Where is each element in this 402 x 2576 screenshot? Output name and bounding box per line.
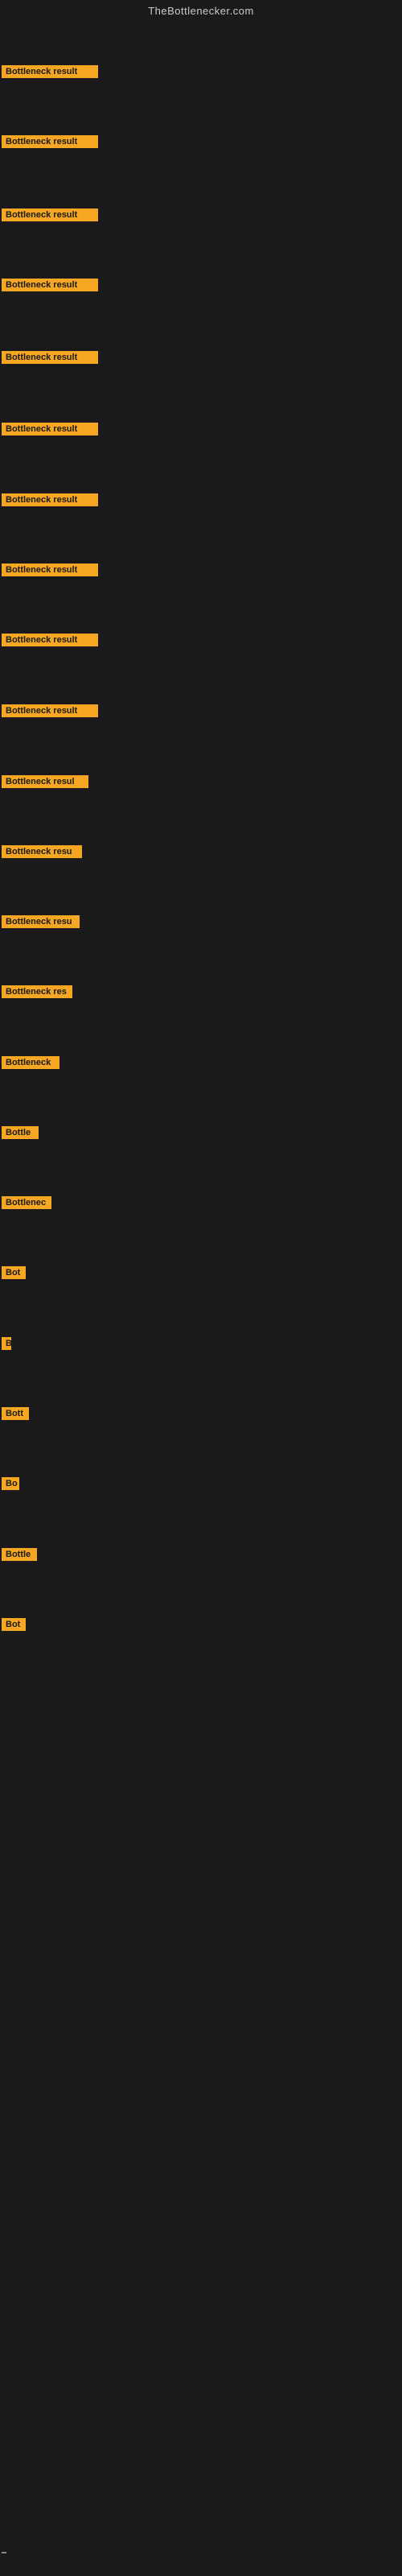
bottleneck-bar-row: Bot	[2, 1618, 26, 1631]
bottleneck-bar: Bottleneck resu	[2, 845, 82, 858]
bottleneck-bar: Bott	[2, 1407, 29, 1420]
bottleneck-bar: Bottle	[2, 1126, 39, 1139]
bottleneck-bar-row: Bottleneck result	[2, 493, 98, 506]
bottleneck-bar-row: Bot	[2, 1266, 26, 1279]
bottleneck-bar-row: Bottleneck result	[2, 564, 98, 576]
bottleneck-bar: Bottleneck result	[2, 493, 98, 506]
bottleneck-bar-row: Bottleneck result	[2, 704, 98, 717]
bottleneck-bar: Bottle	[2, 1548, 37, 1561]
bottleneck-bar: Bottleneck result	[2, 65, 98, 78]
bottleneck-bar: Bottleneck result	[2, 351, 98, 364]
bottleneck-bar: Bo	[2, 1477, 19, 1490]
bottleneck-bar-row: Bottleneck result	[2, 634, 98, 646]
bottleneck-bar: Bottleneck result	[2, 634, 98, 646]
bottleneck-bar: Bottleneck resul	[2, 775, 88, 788]
bottleneck-bar-row: Bottleneck resu	[2, 915, 80, 928]
bottleneck-bar: Bottleneck result	[2, 564, 98, 576]
bottleneck-bar-row: Bottleneck result	[2, 423, 98, 436]
bottleneck-bar: Bottlenec	[2, 1196, 51, 1209]
bottleneck-bar-row: Bottleneck res	[2, 985, 72, 998]
bottleneck-bar-row: Bottleneck	[2, 1056, 59, 1069]
bottleneck-bar: Bot	[2, 1266, 26, 1279]
bottleneck-bar: Bottleneck result	[2, 423, 98, 436]
bottleneck-bar-row: Bottleneck result	[2, 208, 98, 221]
bottleneck-bar-row: Bo	[2, 1477, 19, 1490]
bottleneck-bar-row: Bottleneck resul	[2, 775, 88, 788]
bottleneck-bar: Bottleneck result	[2, 135, 98, 148]
bottleneck-bar: Bottleneck res	[2, 985, 72, 998]
bottleneck-bar-row: Bottle	[2, 1126, 39, 1139]
bottleneck-bar-row: Bottle	[2, 1548, 37, 1561]
bottleneck-bar: Bottleneck	[2, 1056, 59, 1069]
bottleneck-bar-row: Bottleneck resu	[2, 845, 82, 858]
bottleneck-bar-row: Bottleneck result	[2, 279, 98, 291]
bottleneck-bar: Bot	[2, 1618, 26, 1631]
bottleneck-bar: B	[2, 1337, 11, 1350]
bottleneck-bar: Bottleneck result	[2, 704, 98, 717]
bottom-tick	[2, 2552, 6, 2553]
bottleneck-bar-row: Bottleneck result	[2, 65, 98, 78]
bottleneck-bar: Bottleneck result	[2, 208, 98, 221]
bottleneck-bar: Bottleneck result	[2, 279, 98, 291]
bottleneck-bar-row: Bottlenec	[2, 1196, 51, 1209]
bottleneck-bar: Bottleneck resu	[2, 915, 80, 928]
bottleneck-bar-row: Bottleneck result	[2, 135, 98, 148]
bottleneck-bar-row: Bott	[2, 1407, 29, 1420]
bottleneck-bar-row: B	[2, 1337, 11, 1350]
site-title: TheBottlenecker.com	[0, 0, 402, 20]
bottleneck-bar-row: Bottleneck result	[2, 351, 98, 364]
